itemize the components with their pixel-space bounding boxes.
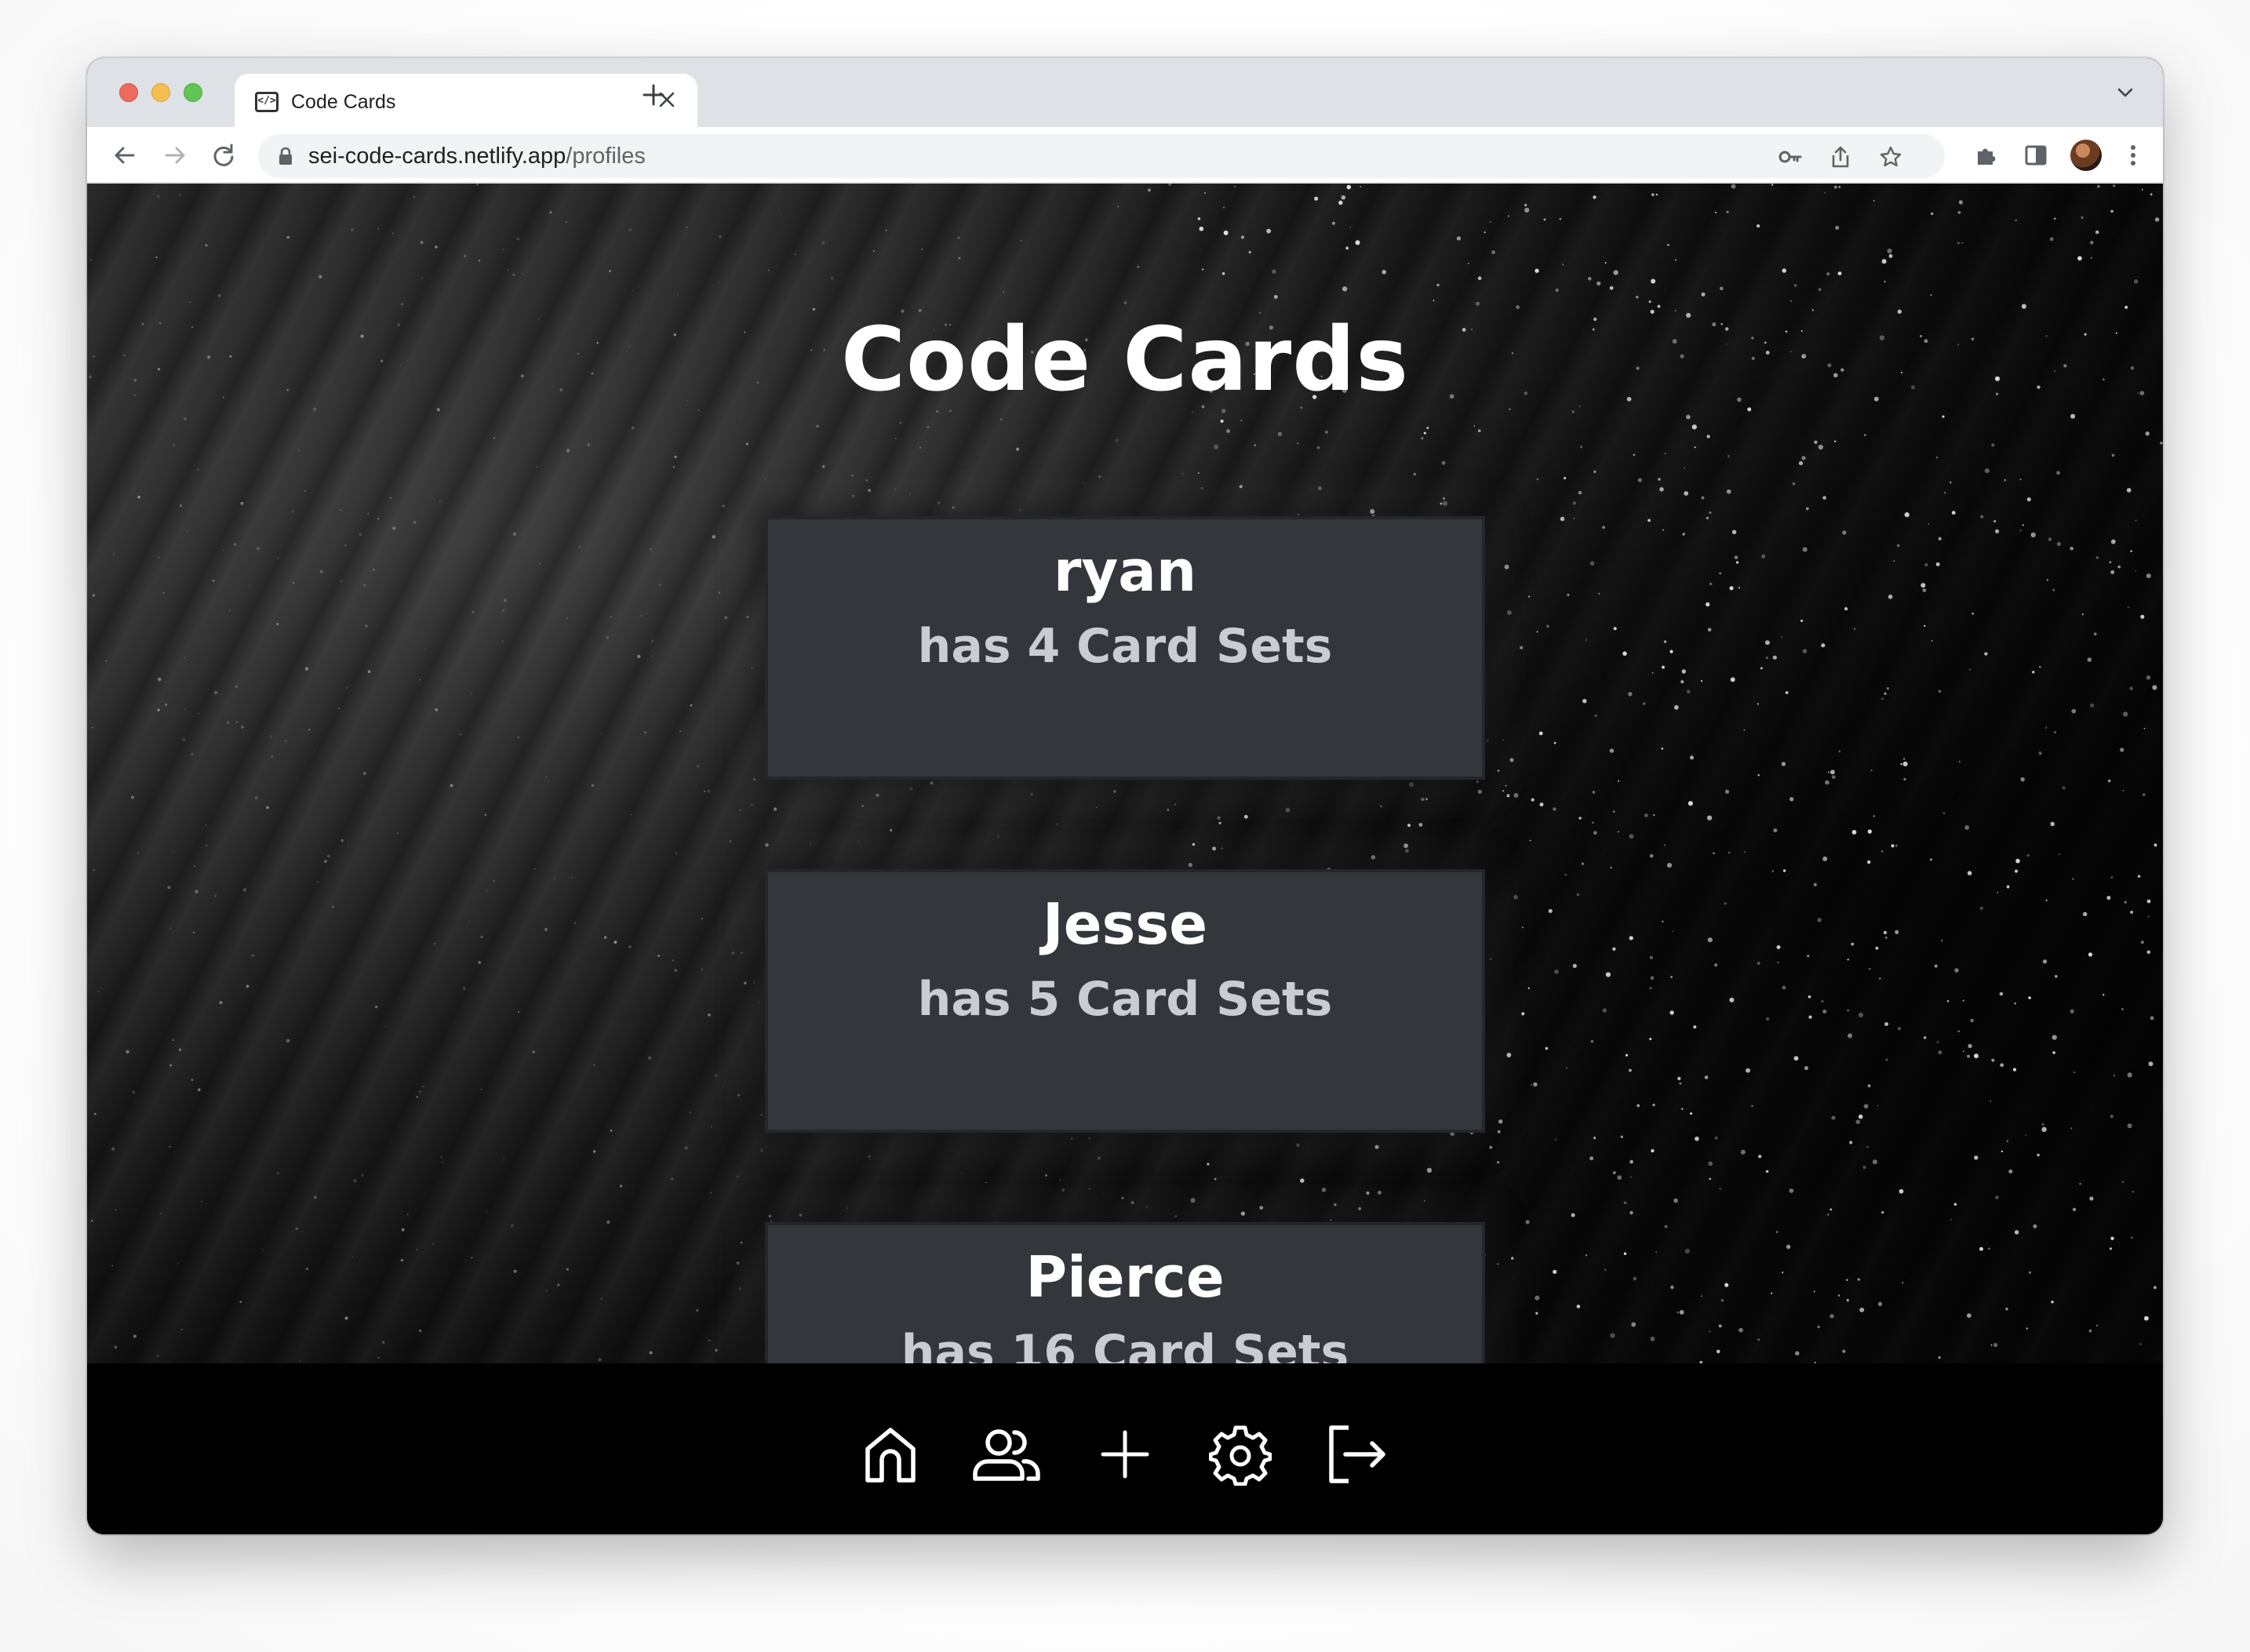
close-window-button[interactable] bbox=[119, 83, 138, 102]
browser-toolbar: sei-code-cards.netlify.app/profiles bbox=[87, 127, 2163, 184]
tab-code-cards[interactable]: </> Code Cards bbox=[235, 74, 697, 129]
minimize-window-button[interactable] bbox=[151, 83, 170, 102]
side-panel-icon[interactable] bbox=[2017, 136, 2055, 174]
home-icon[interactable] bbox=[854, 1418, 927, 1490]
gear-icon[interactable] bbox=[1204, 1418, 1276, 1490]
profile-name: Pierce bbox=[1025, 1244, 1225, 1310]
plus-icon[interactable] bbox=[1089, 1418, 1161, 1490]
tab-strip: </> Code Cards bbox=[87, 58, 2163, 129]
logout-icon[interactable] bbox=[1320, 1418, 1393, 1490]
url-text: sei-code-cards.netlify.app/profiles bbox=[308, 142, 646, 170]
tab-search-chevron-down-icon[interactable] bbox=[2110, 77, 2141, 108]
lock-icon[interactable] bbox=[279, 147, 293, 166]
profile-name: Jesse bbox=[1042, 891, 1208, 957]
profile-name: ryan bbox=[1053, 538, 1197, 604]
extensions-puzzle-icon[interactable] bbox=[1967, 136, 2004, 174]
reload-icon[interactable] bbox=[205, 136, 242, 174]
page-title: Code Cards bbox=[840, 309, 1410, 411]
forward-arrow-icon[interactable] bbox=[156, 136, 194, 174]
page-viewport[interactable]: Code Cards ryan has 4 Card Sets Jesse ha… bbox=[87, 184, 2163, 1363]
bottom-nav-bar bbox=[87, 1363, 2163, 1534]
tab-title: Code Cards bbox=[291, 91, 396, 113]
avatar bbox=[2070, 140, 2102, 171]
back-arrow-icon[interactable] bbox=[106, 136, 144, 174]
users-icon[interactable] bbox=[970, 1418, 1043, 1490]
browser-window: </> Code Cards sei-code-cards.netlify.ap… bbox=[87, 58, 2163, 1534]
share-icon[interactable] bbox=[1826, 142, 1855, 172]
address-bar[interactable]: sei-code-cards.netlify.app/profiles bbox=[258, 134, 1945, 178]
new-tab-button[interactable] bbox=[636, 78, 671, 113]
profile-card-set-count: has 4 Card Sets bbox=[917, 619, 1333, 674]
profile-card-set-count: has 5 Card Sets bbox=[917, 972, 1333, 1027]
bookmark-star-icon[interactable] bbox=[1876, 142, 1906, 172]
menu-kebab-icon[interactable] bbox=[2114, 136, 2152, 174]
favicon-icon: </> bbox=[255, 92, 279, 112]
profile-card-set-count: has 16 Card Sets bbox=[901, 1325, 1349, 1363]
maximize-window-button[interactable] bbox=[184, 83, 202, 102]
profile-card-pierce[interactable]: Pierce has 16 Card Sets bbox=[765, 1222, 1485, 1363]
profile-card-jesse[interactable]: Jesse has 5 Card Sets bbox=[765, 869, 1485, 1133]
url-path: /profiles bbox=[566, 144, 646, 169]
desktop-background: </> Code Cards sei-code-cards.netlify.ap… bbox=[0, 0, 2250, 1652]
profile-card-ryan[interactable]: ryan has 4 Card Sets bbox=[765, 516, 1485, 780]
url-host: sei-code-cards.netlify.app bbox=[308, 144, 566, 169]
profile-avatar[interactable] bbox=[2067, 136, 2105, 174]
key-icon[interactable] bbox=[1775, 142, 1805, 172]
